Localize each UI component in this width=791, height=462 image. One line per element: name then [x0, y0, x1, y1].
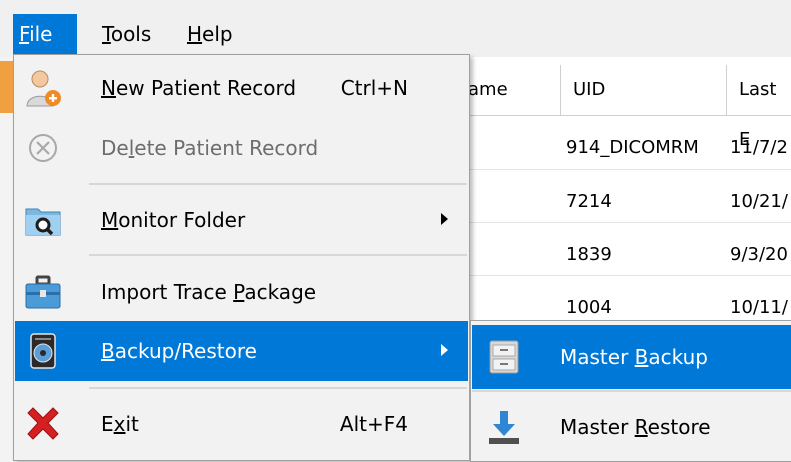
red-x-icon — [27, 407, 59, 440]
menu-separator — [89, 254, 467, 256]
backup-restore-submenu: Master Backup Master Restore — [470, 320, 791, 462]
column-header-name[interactable]: ame — [468, 65, 508, 115]
menu-help[interactable]: Help — [181, 14, 239, 54]
new-patient-shortcut: Ctrl+N — [340, 76, 408, 100]
exit-shortcut: Alt+F4 — [339, 412, 408, 436]
column-header-last[interactable]: Last E — [726, 65, 791, 150]
menu-item-backup-restore[interactable]: Backup/Restore — [15, 321, 468, 381]
cell-uid[interactable]: 1839 — [566, 237, 612, 273]
submenu-arrow-icon — [441, 344, 448, 356]
monitor-folder-label: Monitor Folder — [101, 208, 246, 232]
menu-item-import-trace-package[interactable]: Import Trace Package — [15, 262, 468, 322]
download-tray-icon — [489, 411, 519, 444]
submenu-arrow-icon — [441, 213, 448, 225]
menu-item-exit[interactable]: Exit Alt+F4 — [15, 394, 468, 454]
delete-circle-icon — [29, 134, 57, 162]
menu-tools[interactable]: Tools — [96, 14, 157, 54]
master-backup-label: Master Backup — [560, 345, 708, 369]
selected-row-marker — [0, 61, 14, 113]
cell-uid[interactable]: 914_DICOMRM — [566, 130, 699, 166]
menu-bar: File Tools Help — [0, 0, 791, 57]
folder-search-icon — [25, 208, 61, 236]
exit-label: Exit — [101, 412, 139, 436]
submenu-separator — [472, 390, 791, 392]
file-menu: New Patient Record Ctrl+N Delete Patient… — [13, 54, 470, 461]
cell-uid[interactable]: 7214 — [566, 184, 612, 220]
import-trace-label: Import Trace Package — [101, 280, 317, 304]
new-patient-label: New Patient Record — [101, 76, 297, 100]
menu-item-monitor-folder[interactable]: Monitor Folder — [15, 190, 468, 250]
cell-last[interactable]: 9/3/20 — [730, 237, 788, 273]
cell-last[interactable]: 10/21/ — [730, 184, 788, 220]
backup-restore-label: Backup/Restore — [101, 339, 257, 363]
menu-separator — [89, 183, 467, 185]
menu-item-delete-patient-record[interactable]: Delete Patient Record — [15, 118, 468, 178]
delete-patient-label: Delete Patient Record — [101, 136, 319, 160]
menu-separator — [89, 387, 467, 389]
cabinet-icon — [489, 340, 519, 374]
cell-last[interactable]: 11/7/2 — [730, 130, 788, 166]
briefcase-icon — [25, 275, 61, 309]
menu-item-master-backup[interactable]: Master Backup — [472, 325, 791, 389]
column-header-uid[interactable]: UID — [560, 65, 605, 115]
menu-item-new-patient-record[interactable]: New Patient Record Ctrl+N — [15, 58, 468, 118]
person-add-icon — [26, 70, 61, 107]
menu-item-master-restore[interactable]: Master Restore — [472, 395, 791, 459]
disk-drive-icon — [30, 333, 56, 369]
menu-file[interactable]: File — [13, 14, 77, 54]
master-restore-label: Master Restore — [560, 415, 711, 439]
